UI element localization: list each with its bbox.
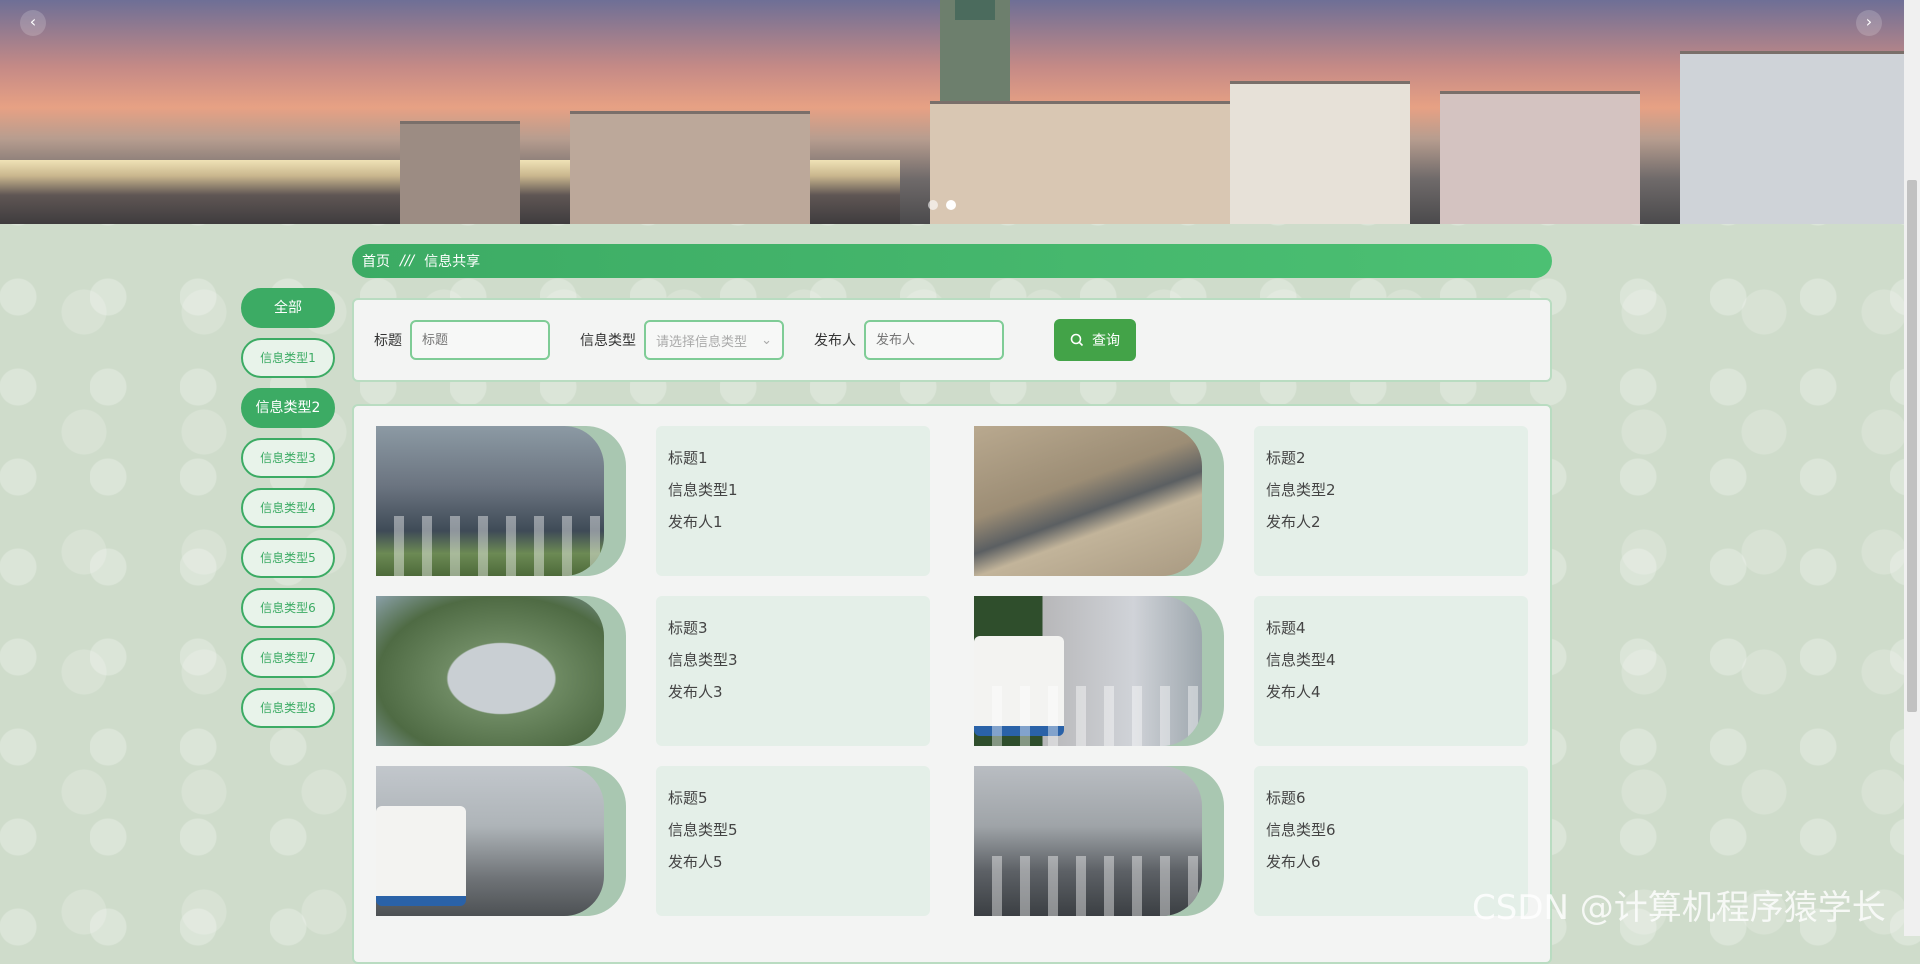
category-sidebar: 全部 信息类型1 信息类型2 信息类型3 信息类型4 信息类型5 信息类型6 信…	[241, 288, 335, 738]
traffic-photo	[376, 426, 604, 576]
category-type-6[interactable]: 信息类型6	[241, 588, 335, 628]
banner-building	[1230, 81, 1410, 224]
item-thumbnail[interactable]	[376, 596, 626, 746]
list-item[interactable]: 标题3 信息类型3 发布人3	[376, 596, 951, 746]
list-item[interactable]: 标题2 信息类型2 发布人2	[974, 426, 1549, 576]
banner-carousel: ‹ ›	[0, 0, 1904, 224]
item-publisher: 发布人2	[1266, 513, 1321, 531]
chevron-down-icon: ⌄	[761, 332, 772, 348]
item-title: 标题3	[668, 619, 708, 637]
title-label: 标题	[374, 333, 402, 349]
item-title: 标题1	[668, 449, 708, 467]
item-type: 信息类型6	[1266, 821, 1336, 839]
search-panel: 标题 信息类型 请选择信息类型 ⌄ 发布人 查询	[352, 298, 1552, 382]
category-type-7[interactable]: 信息类型7	[241, 638, 335, 678]
item-info: 标题2 信息类型2 发布人2	[1254, 426, 1528, 576]
category-all[interactable]: 全部	[241, 288, 335, 328]
breadcrumb: 首页 /// 信息共享	[352, 244, 1552, 278]
street-bus-photo	[974, 596, 1202, 746]
list-item[interactable]: 标题6 信息类型6 发布人6	[974, 766, 1549, 916]
city-bus-photo	[376, 766, 604, 916]
search-icon	[1070, 333, 1084, 347]
banner-building	[570, 111, 810, 224]
item-publisher: 发布人4	[1266, 683, 1321, 701]
banner-dot-active[interactable]	[946, 200, 956, 210]
watermark: CSDN @计算机程序猿学长	[1472, 888, 1886, 928]
item-type: 信息类型2	[1266, 481, 1336, 499]
item-thumbnail[interactable]	[974, 766, 1224, 916]
item-publisher: 发布人3	[668, 683, 723, 701]
banner-church-spire	[955, 0, 995, 20]
breadcrumb-home[interactable]: 首页	[362, 251, 390, 271]
item-thumbnail[interactable]	[974, 596, 1224, 746]
road-lines	[974, 856, 1202, 916]
item-thumbnail[interactable]	[376, 766, 626, 916]
page-scrollbar[interactable]	[1904, 0, 1920, 936]
item-thumbnail[interactable]	[974, 426, 1224, 576]
item-info: 标题4 信息类型4 发布人4	[1254, 596, 1528, 746]
crosswalk-photo	[974, 766, 1202, 916]
publisher-input[interactable]	[864, 320, 1004, 360]
banner-building	[1440, 91, 1640, 224]
item-type: 信息类型5	[668, 821, 738, 839]
item-title: 标题4	[1266, 619, 1306, 637]
item-type: 信息类型3	[668, 651, 738, 669]
banner-dot[interactable]	[928, 200, 938, 210]
scrollbar-thumb[interactable]	[1907, 180, 1917, 712]
category-type-4[interactable]: 信息类型4	[241, 488, 335, 528]
banner-prev-button[interactable]: ‹	[20, 10, 46, 36]
type-select[interactable]: 请选择信息类型 ⌄	[644, 320, 784, 360]
category-type-8[interactable]: 信息类型8	[241, 688, 335, 728]
item-type: 信息类型4	[1266, 651, 1336, 669]
item-title: 标题5	[668, 789, 708, 807]
road-lines	[974, 686, 1202, 746]
query-button-label: 查询	[1092, 333, 1120, 349]
item-publisher: 发布人1	[668, 513, 723, 531]
breadcrumb-current: 信息共享	[424, 254, 481, 270]
interchange-photo	[376, 596, 604, 746]
query-button[interactable]: 查询	[1054, 319, 1136, 361]
banner-building	[400, 121, 520, 224]
category-type-1[interactable]: 信息类型1	[241, 338, 335, 378]
item-thumbnail[interactable]	[376, 426, 626, 576]
list-item[interactable]: 标题4 信息类型4 发布人4	[974, 596, 1549, 746]
breadcrumb-separator: ///	[400, 253, 415, 269]
category-type-3[interactable]: 信息类型3	[241, 438, 335, 478]
title-input[interactable]	[410, 320, 550, 360]
category-type-5[interactable]: 信息类型5	[241, 538, 335, 578]
road-lines	[376, 516, 604, 576]
banner-building	[930, 101, 1230, 224]
banner-next-button[interactable]: ›	[1856, 10, 1882, 36]
highway-photo	[974, 426, 1202, 576]
item-info: 标题5 信息类型5 发布人5	[656, 766, 930, 916]
item-publisher: 发布人5	[668, 853, 723, 871]
list-item[interactable]: 标题1 信息类型1 发布人1	[376, 426, 951, 576]
banner-dots	[928, 200, 956, 210]
bus-shape	[376, 806, 466, 906]
category-type-2[interactable]: 信息类型2	[241, 388, 335, 428]
publisher-label: 发布人	[814, 333, 856, 349]
type-select-placeholder: 请选择信息类型	[656, 334, 748, 350]
list-item[interactable]: 标题5 信息类型5 发布人5	[376, 766, 951, 916]
item-info: 标题3 信息类型3 发布人3	[656, 596, 930, 746]
item-type: 信息类型1	[668, 481, 738, 499]
item-title: 标题6	[1266, 789, 1306, 807]
banner-building	[1680, 51, 1904, 224]
item-info: 标题1 信息类型1 发布人1	[656, 426, 930, 576]
item-publisher: 发布人6	[1266, 853, 1321, 871]
item-title: 标题2	[1266, 449, 1306, 467]
info-list: 标题1 信息类型1 发布人1 标题2 信息类型2 发布人2 标题3 信息类型3 …	[352, 404, 1552, 964]
type-label: 信息类型	[580, 333, 636, 349]
